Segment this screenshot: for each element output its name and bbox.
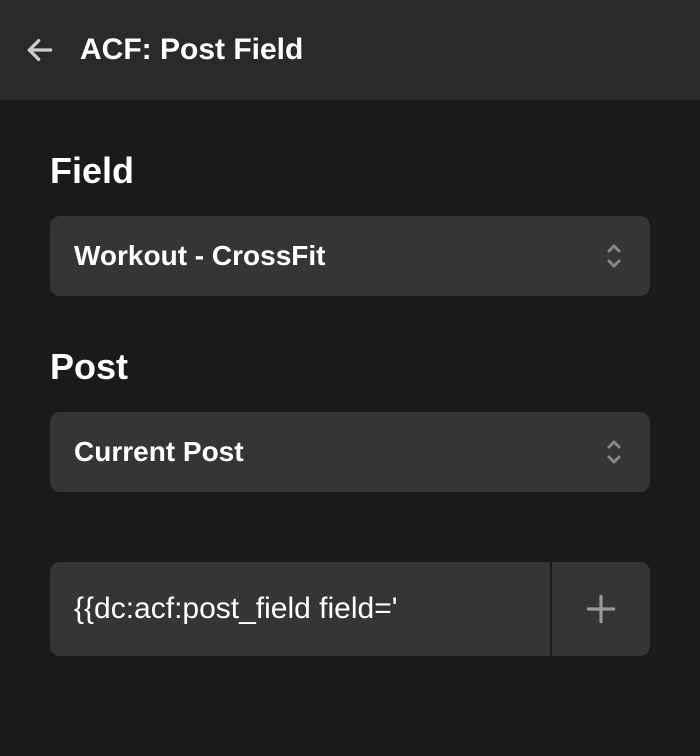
code-text: {{dc:acf:post_field field='	[74, 592, 397, 626]
header-bar: ACF: Post Field	[0, 0, 700, 100]
plus-icon	[582, 590, 620, 628]
code-row: {{dc:acf:post_field field='	[50, 562, 650, 656]
chevron-updown-icon	[602, 438, 626, 466]
add-button[interactable]	[552, 562, 650, 656]
chevron-updown-icon	[602, 242, 626, 270]
field-group-post: Post Current Post	[50, 346, 650, 492]
post-select[interactable]: Current Post	[50, 412, 650, 492]
post-label: Post	[50, 346, 650, 388]
field-group-field: Field Workout - CrossFit	[50, 150, 650, 296]
field-select-value: Workout - CrossFit	[74, 240, 325, 272]
page-title: ACF: Post Field	[80, 33, 303, 67]
code-input[interactable]: {{dc:acf:post_field field='	[50, 562, 550, 656]
field-select[interactable]: Workout - CrossFit	[50, 216, 650, 296]
arrow-left-icon	[24, 34, 56, 66]
content-area: Field Workout - CrossFit Post Current Po…	[0, 100, 700, 656]
back-button[interactable]	[20, 30, 60, 70]
post-select-value: Current Post	[74, 436, 244, 468]
field-label: Field	[50, 150, 650, 192]
